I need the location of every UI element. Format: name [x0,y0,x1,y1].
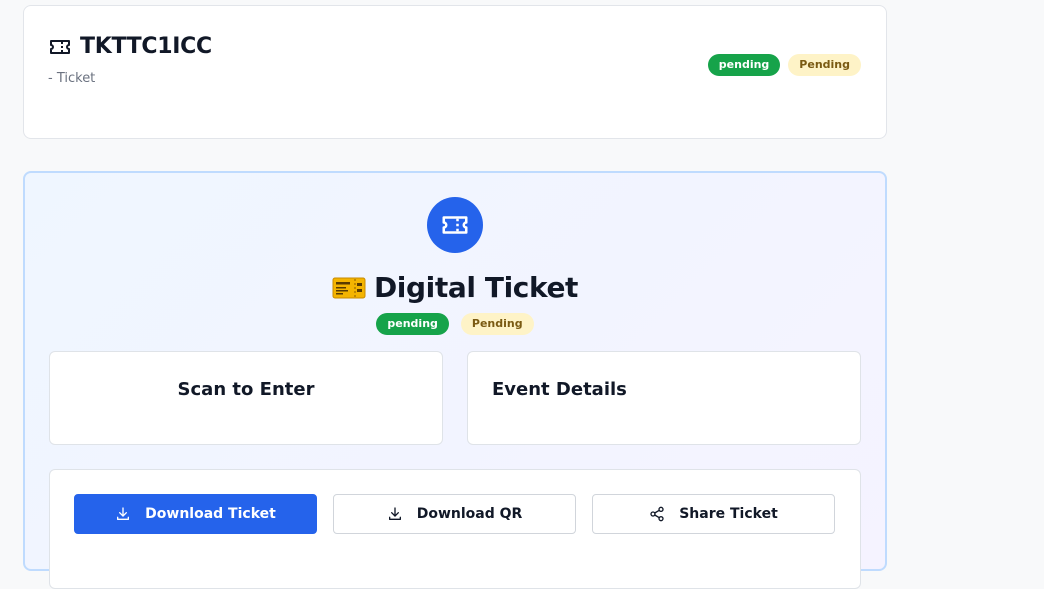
digital-ticket-title: Digital Ticket [25,271,885,304]
download-ticket-button[interactable]: Download Ticket [74,494,317,534]
event-details-card: Event Details [467,351,861,445]
download-ticket-label: Download Ticket [145,506,276,522]
payment-status-badge: Pending [788,54,861,76]
panel-badges: pending Pending [25,313,885,335]
share-icon [650,506,664,522]
download-icon [388,507,401,520]
share-ticket-button[interactable]: Share Ticket [592,494,835,534]
download-qr-label: Download QR [416,506,523,522]
digital-ticket-heading: Digital Ticket [373,271,579,304]
header-badges: pending Pending [707,54,861,76]
ticket-emoji-icon [332,277,366,298]
ticket-header-card: TKTTC1ICC - Ticket pending Pending [23,5,887,139]
ticket-actions-card: Download Ticket Download QR Share Ticket [49,469,861,589]
ticket-title: TKTTC1ICC [48,34,212,59]
status-badge: pending [707,54,781,76]
download-icon [117,507,130,520]
scan-card-title: Scan to Enter [177,379,315,400]
scan-to-enter-card: Scan to Enter [49,351,443,445]
download-qr-button[interactable]: Download QR [333,494,576,534]
payment-status-badge: Pending [460,313,534,335]
ticket-circle-icon [427,197,483,253]
ticket-code: TKTTC1ICC [80,34,212,59]
share-ticket-label: Share Ticket [679,506,778,522]
status-badge: pending [376,313,449,335]
event-card-title: Event Details [492,379,627,400]
ticket-icon [50,39,70,54]
ticket-icon [442,216,468,234]
ticket-subtitle: - Ticket [48,71,96,86]
digital-ticket-panel: Digital Ticket pending Pending Scan to E… [23,171,887,589]
